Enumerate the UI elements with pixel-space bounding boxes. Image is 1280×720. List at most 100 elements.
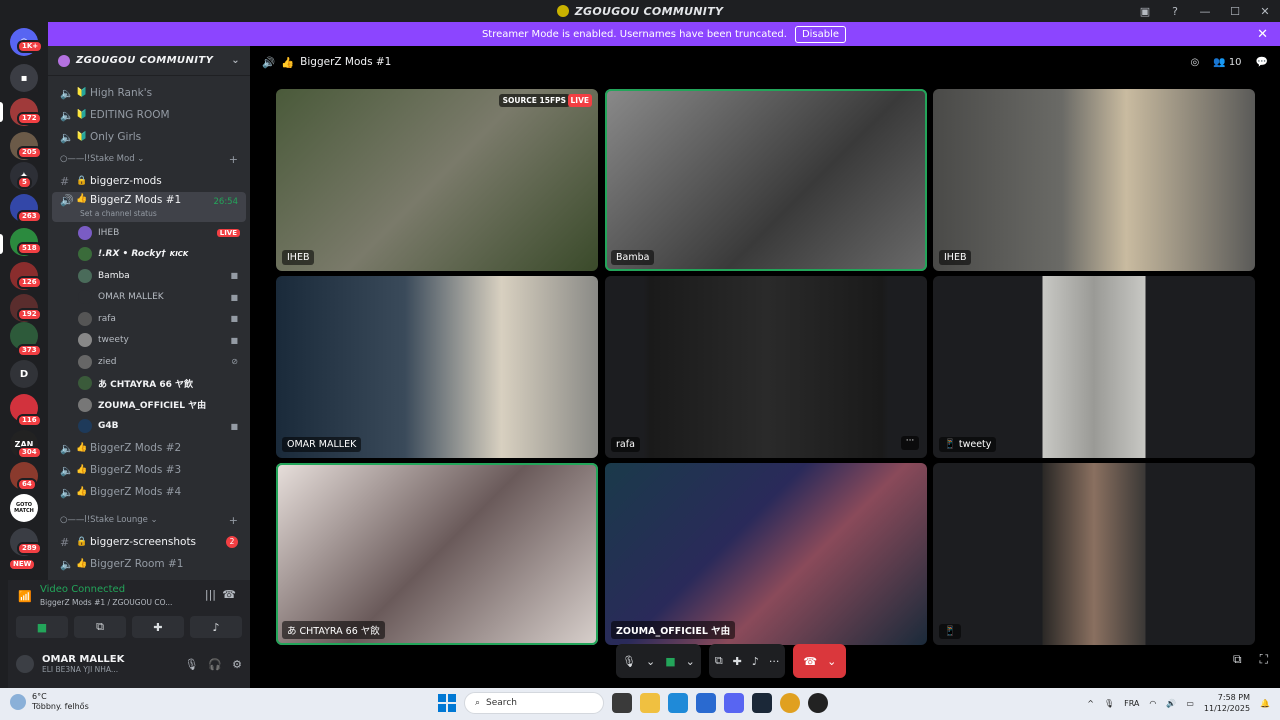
- popout-icon[interactable]: ⧉: [1233, 652, 1242, 667]
- voice-channel-editing-room[interactable]: 🔈 🔰 EDITING ROOM: [48, 104, 250, 126]
- voice-user[interactable]: あ CHTAYRA 66 ヤ飲: [48, 373, 250, 395]
- battery-icon[interactable]: ▭: [1186, 699, 1194, 708]
- weather-widget[interactable]: 6°C Többny. felhős: [10, 692, 89, 712]
- video-tile-iheb-cam[interactable]: IHEB: [933, 89, 1255, 271]
- set-channel-status[interactable]: Set a channel status: [80, 209, 157, 218]
- notifications-icon[interactable]: 🔔: [1260, 699, 1270, 708]
- category-stake-lounge[interactable]: ○——l!Stake Lounge ⌄ +: [48, 509, 250, 531]
- wifi-icon[interactable]: ◠: [1149, 699, 1156, 708]
- tray-chevron-icon[interactable]: ^: [1087, 699, 1094, 708]
- signal-icon[interactable]: 📶: [18, 590, 32, 603]
- voice-user[interactable]: rafa ■: [48, 308, 250, 330]
- category-label: ○——l!Stake Lounge ⌄: [60, 515, 158, 525]
- home-badge: 1K+: [17, 40, 44, 53]
- voice-channel-path[interactable]: BiggerZ Mods #1 / ZGOUGOU CO...: [40, 598, 172, 607]
- voice-user[interactable]: zied ⊘: [48, 351, 250, 373]
- file-explorer-icon[interactable]: [640, 693, 660, 713]
- banner-close-icon[interactable]: ✕: [1257, 27, 1268, 42]
- voice-user[interactable]: tweety ■: [48, 330, 250, 352]
- voice-user[interactable]: Bamba ■: [48, 265, 250, 287]
- video-tile-omar-mallek[interactable]: OMAR MALLEK: [276, 276, 598, 458]
- microphone-icon[interactable]: 🎙: [184, 658, 198, 671]
- maximize-icon[interactable]: ☐: [1220, 5, 1250, 18]
- taskbar-clock[interactable]: 7:58 PM 11/12/2025: [1204, 692, 1250, 714]
- video-tile-bamba[interactable]: Bamba: [605, 89, 927, 271]
- mic-control[interactable]: 🎙 ⌄ ■ ⌄: [616, 644, 701, 678]
- video-tile-zouma[interactable]: ZOUMA_OFFICIEL ヤ由: [605, 463, 927, 645]
- activities-icon[interactable]: ✚: [733, 655, 742, 668]
- camera-toggle-button[interactable]: ■: [16, 616, 68, 638]
- edge-icon[interactable]: [668, 693, 688, 713]
- disconnect-icon[interactable]: ☎: [222, 588, 236, 601]
- hang-up-button[interactable]: ☎ ⌄: [793, 644, 847, 678]
- chevron-down-icon[interactable]: ⌄: [231, 55, 240, 66]
- microphone-icon[interactable]: 🎙: [622, 655, 636, 668]
- soundboard-button[interactable]: ♪: [190, 616, 242, 638]
- chevron-down-icon[interactable]: ⌄: [827, 655, 836, 668]
- fullscreen-icon[interactable]: ⛶: [1260, 652, 1268, 667]
- disable-streamer-mode-button[interactable]: Disable: [794, 25, 847, 43]
- video-tile-rafa[interactable]: rafa ···: [605, 276, 927, 458]
- screen-share-button[interactable]: ⧉: [74, 616, 126, 638]
- windows-start-icon[interactable]: [438, 694, 456, 712]
- voice-channel-biggerz-mods-3[interactable]: 🔈 👍 BiggerZ Mods #3: [48, 459, 250, 481]
- minimize-icon[interactable]: —: [1190, 5, 1220, 18]
- voice-user[interactable]: ZOUMA_OFFICIEL ヤ由: [48, 394, 250, 416]
- new-badge: NEW: [8, 558, 37, 571]
- video-tile-iheb-stream[interactable]: SOURCE 15FPS LIVE IHEB: [276, 89, 598, 271]
- more-options-icon[interactable]: ···: [901, 436, 919, 450]
- noise-suppression-icon[interactable]: |||: [205, 588, 216, 601]
- video-tile-tweety[interactable]: 📱 tweety: [933, 276, 1255, 458]
- gear-icon[interactable]: ⚙: [232, 658, 242, 671]
- obs-icon[interactable]: [808, 693, 828, 713]
- video-tile-chtayra[interactable]: あ CHTAYRA 66 ヤ飲: [276, 463, 598, 645]
- close-window-icon[interactable]: ✕: [1250, 5, 1280, 18]
- server-letter-d[interactable]: D: [10, 360, 38, 388]
- input-language[interactable]: FRA: [1124, 699, 1139, 708]
- video-tile-g4b[interactable]: 📱: [933, 463, 1255, 645]
- voice-status[interactable]: Video Connected: [40, 584, 125, 595]
- create-channel-icon[interactable]: +: [229, 153, 238, 166]
- create-channel-icon[interactable]: +: [229, 514, 238, 527]
- headphones-icon[interactable]: 🎧: [208, 658, 222, 671]
- voice-user[interactable]: IHEB LIVE: [48, 222, 250, 244]
- participants-button[interactable]: 👥 10: [1213, 57, 1241, 68]
- camera-icon[interactable]: ■: [665, 655, 675, 668]
- more-icon[interactable]: ···: [769, 655, 780, 668]
- chat-icon[interactable]: 💬: [1256, 57, 1268, 68]
- voice-channel-biggerz-mods-1[interactable]: 🔊 👍 BiggerZ Mods #1 26:54 Set a channel …: [52, 192, 246, 222]
- activities-button[interactable]: ✚: [132, 616, 184, 638]
- voice-channel-biggerz-mods-4[interactable]: 🔈 👍 BiggerZ Mods #4: [48, 481, 250, 503]
- taskbar-search[interactable]: ⌕ Search: [464, 692, 604, 714]
- chevron-down-icon[interactable]: ⌄: [686, 655, 695, 668]
- task-view-icon[interactable]: [612, 693, 632, 713]
- category-stake-mod[interactable]: ○——l!Stake Mod ⌄ +: [48, 148, 250, 170]
- voice-user[interactable]: !.RX • Rocky† KICK: [48, 244, 250, 266]
- speaker-locked-icon: 🔈: [60, 108, 74, 122]
- text-channel-biggerz-mods[interactable]: # 🔒 biggerz-mods: [48, 170, 250, 192]
- voice-channel-only-girls[interactable]: 🔈 🔰 Only Girls: [48, 126, 250, 148]
- screen-share-icon[interactable]: ⧉: [715, 654, 723, 668]
- dm-folder-icon[interactable]: ▪: [10, 64, 38, 92]
- voice-user[interactable]: G4B ■: [48, 416, 250, 438]
- discord-icon[interactable]: [724, 693, 744, 713]
- text-channel-biggerz-screenshots[interactable]: # 🔒 biggerz-screenshots 2: [48, 531, 250, 553]
- help-icon[interactable]: ?: [1160, 5, 1190, 18]
- steam-icon[interactable]: [752, 693, 772, 713]
- chrome-icon[interactable]: [780, 693, 800, 713]
- shield-icon: 🔰: [76, 110, 88, 120]
- chevron-down-icon[interactable]: ⌄: [646, 655, 655, 668]
- current-user-panel[interactable]: OMAR MALLEK ELI BE3NA YJI NHA... 🎙 🎧 ⚙: [16, 648, 242, 680]
- soundboard-icon[interactable]: ♪: [752, 655, 759, 668]
- volume-icon[interactable]: 🔊: [1166, 699, 1176, 708]
- voice-channel-high-ranks[interactable]: 🔈 🔰 High Rank's: [48, 82, 250, 104]
- voice-channel-biggerz-mods-2[interactable]: 🔈 👍 BiggerZ Mods #2: [48, 437, 250, 459]
- store-icon[interactable]: [696, 693, 716, 713]
- voice-channel-biggerz-room-1[interactable]: 🔈 👍 BiggerZ Room #1: [48, 553, 250, 575]
- tray-mic-icon[interactable]: 🎙: [1104, 699, 1114, 708]
- voice-user[interactable]: OMAR MALLEK ■: [48, 287, 250, 309]
- activity-icon[interactable]: ◎: [1190, 57, 1199, 68]
- inbox-icon[interactable]: ▣: [1130, 5, 1160, 18]
- guild-header[interactable]: ZGOUGOU COMMUNITY ⌄: [48, 46, 250, 76]
- server-gotomatch[interactable]: GOTO MATCH: [10, 494, 38, 522]
